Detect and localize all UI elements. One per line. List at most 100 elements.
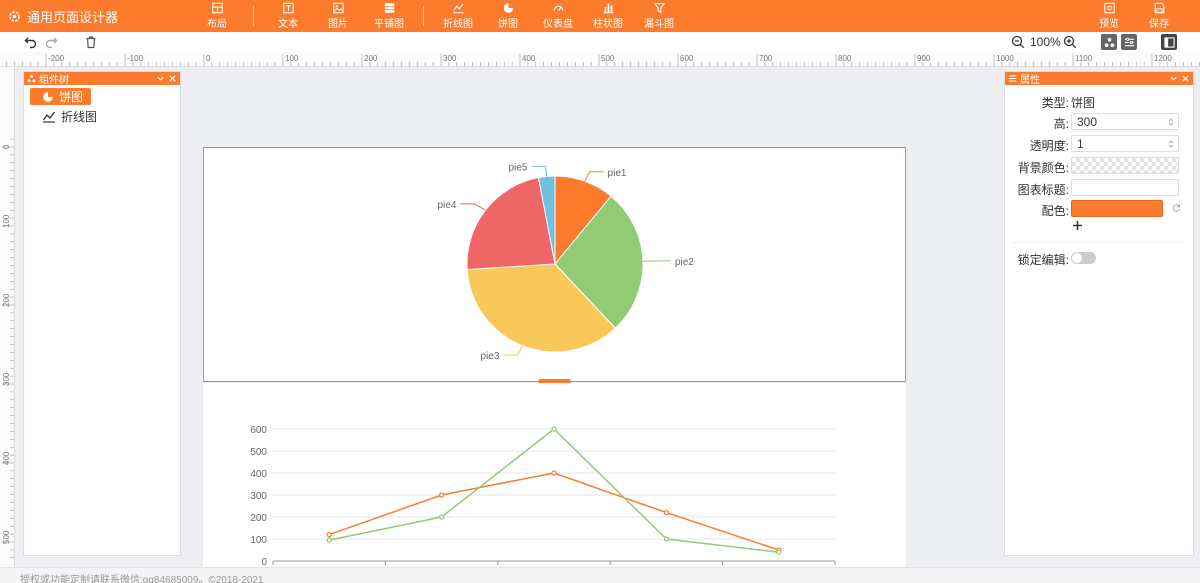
- ruler-label: -100: [127, 54, 144, 63]
- text-icon: [282, 2, 294, 14]
- line-chart: 0 100 200 300 400 500 600: [250, 425, 836, 568]
- prop-opacity-row: 透明度: 1: [1005, 135, 1199, 153]
- component-tree-panel: 组件树 饼图 折线图: [23, 71, 181, 556]
- tile-button[interactable]: 平铺图: [374, 2, 404, 30]
- chart-title-input[interactable]: [1071, 179, 1179, 196]
- zoom-in-icon[interactable]: [1063, 35, 1077, 49]
- save-button[interactable]: 保存: [1149, 2, 1169, 30]
- undo-icon[interactable]: [24, 35, 38, 49]
- ruler-label: 0: [206, 54, 211, 63]
- line-chart-button-label: 折线图: [443, 19, 473, 30]
- footer-text: 授权或功能定制请联系微信:qq84685009。©2018-2021: [20, 575, 264, 583]
- funnel-button[interactable]: 漏斗图: [644, 2, 674, 30]
- close-icon[interactable]: [168, 74, 177, 83]
- line-series-2[interactable]: [329, 428, 779, 553]
- tree-icon: [27, 74, 36, 83]
- text-button-label: 文本: [278, 19, 298, 30]
- ruler-label: 600: [680, 54, 694, 63]
- gauge-icon: [553, 5, 563, 11]
- line-point[interactable]: [439, 514, 445, 520]
- pie-chart-button[interactable]: 饼图: [498, 2, 518, 30]
- y-tick-label: 500: [250, 447, 267, 458]
- delete-icon[interactable]: [84, 35, 98, 49]
- properties-toggle[interactable]: [1121, 34, 1137, 50]
- line-series-1[interactable]: [328, 472, 780, 551]
- prop-color-row: 配色:: [1005, 200, 1199, 218]
- component-tree-title: 组件树: [39, 75, 69, 86]
- image-button-label: 图片: [328, 19, 348, 30]
- layout-button[interactable]: 布局: [207, 2, 227, 30]
- tree-item-pie[interactable]: 饼图: [30, 88, 92, 105]
- ruler-label: 500: [2, 530, 11, 544]
- line-point[interactable]: [776, 549, 782, 555]
- close-icon[interactable]: [1181, 74, 1190, 83]
- y-tick-label: 400: [250, 469, 267, 480]
- gauge-button[interactable]: 仪表盘: [543, 2, 573, 30]
- pie-label: pie4: [437, 200, 456, 211]
- logo: 通用页面设计器: [8, 0, 118, 32]
- height-input[interactable]: 300: [1071, 113, 1179, 130]
- add-color-icon[interactable]: [1072, 220, 1083, 231]
- ruler-label: 800: [838, 54, 852, 63]
- ruler-label: 300: [443, 54, 457, 63]
- panel-layout-icon: [1163, 36, 1175, 48]
- prop-type-row: 类型: 饼图: [1005, 92, 1199, 110]
- pie-chart-component[interactable]: pie1 pie2 pie3 pie4 pie5: [203, 147, 906, 382]
- bar-chart-button-label: 柱状图: [593, 19, 623, 30]
- zoom-out-icon[interactable]: [1011, 35, 1025, 49]
- vertical-ruler-scale: 0 100 200 300 400 500: [2, 138, 14, 559]
- chevron-down-icon[interactable]: [1169, 74, 1178, 83]
- line-point[interactable]: [551, 470, 557, 476]
- prop-bg-color-label: 背景颜色:: [1017, 161, 1069, 175]
- bar-chart-button[interactable]: 柱状图: [593, 2, 623, 30]
- pie-label-line: [531, 165, 548, 177]
- top-bar: 通用页面设计器 布局 文本 图片 平铺图 折线图 饼图 仪表盘 柱状图 漏斗图 …: [0, 0, 1200, 32]
- ruler-label: 900: [917, 54, 931, 63]
- layout-panel-toggle[interactable]: [1161, 34, 1177, 50]
- pie-chart: pie1 pie2 pie3 pie4 pie5: [437, 162, 694, 362]
- layout-button-label: 布局: [207, 19, 227, 30]
- image-button[interactable]: 图片: [328, 2, 348, 30]
- tree-item-line[interactable]: 折线图: [30, 108, 105, 125]
- line-point[interactable]: [663, 536, 669, 542]
- preview-button[interactable]: 预览: [1099, 2, 1119, 30]
- opacity-input[interactable]: 1: [1071, 135, 1179, 152]
- prop-bg-color-row: 背景颜色:: [1005, 157, 1199, 175]
- properties-panel: 属性 类型: 饼图 高: 300 透明度: 1 背景颜色: 图表标题: 配色:: [1004, 71, 1194, 556]
- pie-label: pie3: [481, 351, 500, 362]
- edit-toolbar: 100%: [0, 32, 1200, 52]
- vertical-ruler: 0 100 200 300 400 500: [0, 67, 15, 567]
- pie-label: pie5: [508, 162, 527, 173]
- line-point[interactable]: [663, 510, 669, 516]
- ruler-label: 300: [2, 372, 11, 386]
- ruler-label: 400: [2, 451, 11, 465]
- pie-label: pie1: [608, 168, 627, 179]
- horizontal-ruler: -200 -100 0 100 200 300 400 500 600 700 800 900 1000…: [0, 52, 1200, 67]
- line-point[interactable]: [326, 537, 332, 543]
- lock-toggle[interactable]: [1071, 252, 1096, 264]
- line-chart-icon: [452, 3, 464, 14]
- spinner-icon[interactable]: [1168, 117, 1174, 127]
- pie-chart-icon: [43, 91, 53, 102]
- component-tree-toggle[interactable]: [1101, 34, 1117, 50]
- color-swatch[interactable]: [1071, 200, 1163, 217]
- line-chart-button[interactable]: 折线图: [443, 2, 473, 30]
- redo-icon[interactable]: [44, 35, 58, 49]
- prop-chart-title-label: 图表标题:: [1017, 183, 1069, 197]
- spinner-icon[interactable]: [1168, 139, 1174, 149]
- pie-label-line: [460, 203, 486, 211]
- list-icon: [1008, 75, 1017, 82]
- refresh-icon[interactable]: [1171, 203, 1181, 213]
- line-chart-component[interactable]: 0 100 200 300 400 500 600: [203, 383, 906, 568]
- save-button-label: 保存: [1149, 19, 1169, 30]
- properties-header: 属性: [1005, 72, 1193, 86]
- line-point[interactable]: [326, 532, 332, 538]
- line-point[interactable]: [551, 426, 557, 432]
- chevron-down-icon[interactable]: [156, 74, 165, 83]
- prop-opacity-label: 透明度:: [1029, 139, 1069, 153]
- bg-color-picker[interactable]: [1071, 157, 1179, 174]
- y-tick-label: 200: [250, 513, 267, 524]
- line-point[interactable]: [439, 492, 445, 498]
- text-button[interactable]: 文本: [278, 2, 298, 30]
- app-logo-icon: [9, 10, 20, 22]
